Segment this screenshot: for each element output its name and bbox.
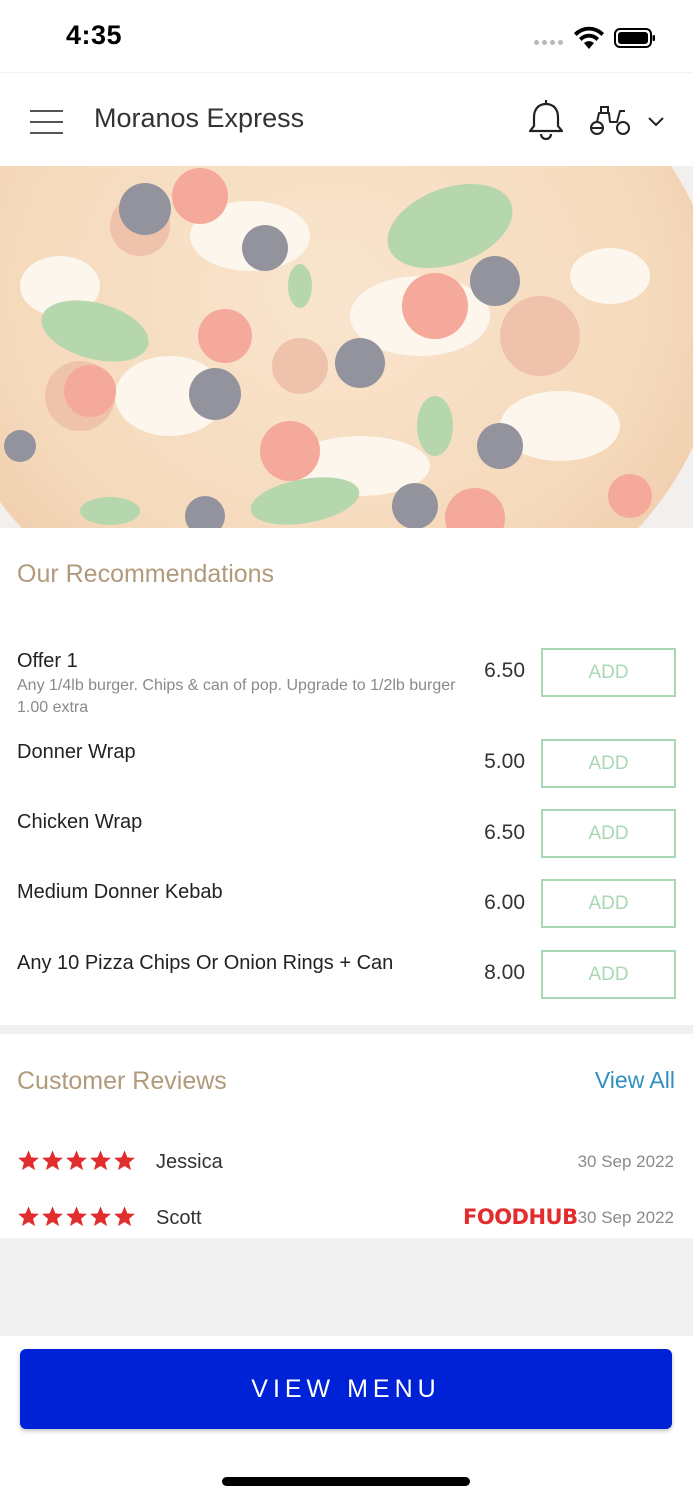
add-button[interactable]: ADD	[541, 879, 676, 928]
add-button[interactable]: ADD	[541, 809, 676, 858]
star-rating	[17, 1149, 136, 1172]
star-icon	[42, 1206, 63, 1227]
star-rating	[17, 1205, 136, 1228]
item-name: Any 10 Pizza Chips Or Onion Rings + Can	[17, 952, 394, 974]
item-price: 6.50	[484, 821, 525, 844]
recommendations-title: Our Recommendations	[17, 560, 275, 588]
review-date: 30 Sep 2022	[577, 1208, 674, 1227]
reviewer-name: Scott	[156, 1207, 202, 1229]
reviews-title: Customer Reviews	[17, 1067, 227, 1095]
item-description: Any 1/4lb burger. Chips & can of pop. Up…	[17, 677, 456, 716]
signal-dots-icon	[534, 40, 563, 45]
star-icon	[66, 1206, 87, 1227]
star-icon	[114, 1150, 135, 1171]
review-row: Jessica 30 Sep 2022	[0, 1143, 693, 1183]
star-icon	[18, 1206, 39, 1227]
delivery-scooter-icon[interactable]	[588, 103, 632, 137]
hero-pizza-image	[0, 166, 693, 528]
item-name: Chicken Wrap	[17, 811, 143, 833]
star-icon	[114, 1206, 135, 1227]
view-menu-button[interactable]: VIEW MENU	[20, 1349, 672, 1429]
bell-icon[interactable]	[526, 99, 566, 141]
star-icon	[90, 1206, 111, 1227]
item-price: 6.00	[484, 891, 525, 914]
add-button[interactable]: ADD	[541, 739, 676, 788]
add-button[interactable]: ADD	[541, 950, 676, 999]
wifi-icon	[574, 26, 604, 49]
star-icon	[66, 1150, 87, 1171]
item-name: Medium Donner Kebab	[17, 881, 223, 903]
item-price: 6.50	[484, 659, 525, 682]
battery-icon	[614, 28, 655, 48]
spacer-area	[0, 1238, 693, 1336]
item-name: Donner Wrap	[17, 741, 136, 763]
star-icon	[18, 1150, 39, 1171]
status-bar: 4:35	[0, 0, 693, 70]
item-name: Offer 1	[17, 650, 78, 672]
chevron-down-icon[interactable]	[646, 115, 666, 129]
star-icon	[42, 1150, 63, 1171]
foodhub-logo: FOODHUB	[463, 1205, 578, 1229]
app-header: Moranos Express	[0, 72, 693, 167]
status-time: 4:35	[66, 20, 123, 50]
reviewer-name: Jessica	[156, 1151, 223, 1173]
home-indicator	[222, 1477, 470, 1486]
view-all-link[interactable]: View All	[595, 1067, 675, 1094]
review-date: 30 Sep 2022	[577, 1152, 674, 1171]
section-divider	[0, 1025, 693, 1034]
restaurant-title: Moranos Express	[94, 103, 305, 133]
menu-icon[interactable]	[30, 110, 64, 134]
add-button[interactable]: ADD	[541, 648, 676, 697]
item-price: 8.00	[484, 961, 525, 984]
review-row: Scott FOODHUB 30 Sep 2022	[0, 1199, 693, 1239]
item-price: 5.00	[484, 750, 525, 773]
star-icon	[90, 1150, 111, 1171]
